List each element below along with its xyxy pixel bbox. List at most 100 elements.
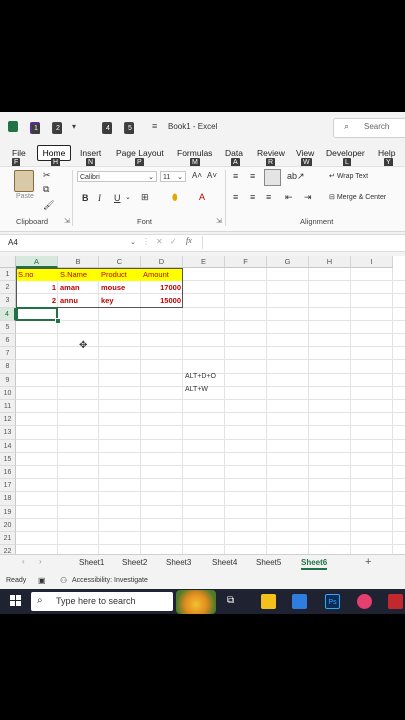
row-header-6[interactable]: 6 bbox=[0, 334, 16, 348]
column-header-d[interactable]: D bbox=[141, 256, 183, 268]
sheet-tab-1[interactable]: Sheet1 bbox=[79, 558, 104, 567]
decrease-indent-icon[interactable]: ⇤ bbox=[285, 192, 293, 203]
cell-e9[interactable]: ALT+D+O bbox=[185, 373, 216, 380]
sheet-tab-5[interactable]: Sheet5 bbox=[256, 558, 281, 567]
row-header-18[interactable]: 18 bbox=[0, 492, 16, 506]
font-color-icon[interactable]: A bbox=[199, 192, 205, 202]
accessibility-status[interactable]: Accessibility: Investigate bbox=[72, 577, 148, 584]
cancel-icon[interactable]: ✕ bbox=[156, 237, 163, 246]
underline-icon[interactable]: U bbox=[114, 193, 121, 203]
sheet-tab-6[interactable]: Sheet6 bbox=[301, 558, 328, 570]
column-header-c[interactable]: C bbox=[99, 256, 141, 268]
chevron-down-icon[interactable]: ⌄ bbox=[125, 193, 131, 201]
scroll-right-icon[interactable]: › bbox=[39, 557, 42, 566]
tab-file[interactable]: File bbox=[12, 148, 26, 158]
row-header-16[interactable]: 16 bbox=[0, 466, 16, 480]
align-middle-icon[interactable]: ≡ bbox=[250, 171, 255, 181]
row-header-1[interactable]: 1 bbox=[0, 268, 16, 282]
worksheet-grid[interactable]: ABCDEFGHI 1 2 3 4 5 6 7 8 9 10 11 12 13 14 15 16 17 18 19 2… bbox=[0, 256, 405, 559]
font-name-combo[interactable]: Calibri ⌄ bbox=[77, 171, 157, 182]
row-header-21[interactable]: 21 bbox=[0, 532, 16, 546]
column-header-i[interactable]: I bbox=[351, 256, 393, 268]
undo-dropdown-icon[interactable]: ▾ bbox=[72, 122, 76, 131]
row-header-19[interactable]: 19 bbox=[0, 505, 16, 519]
row-header-17[interactable]: 17 bbox=[0, 479, 16, 493]
fill-handle[interactable] bbox=[55, 318, 61, 324]
row-header-12[interactable]: 12 bbox=[0, 413, 16, 427]
column-header-b[interactable]: B bbox=[58, 256, 99, 268]
cell-c3[interactable]: key bbox=[99, 294, 141, 307]
cell-b1[interactable]: S.Name bbox=[58, 268, 99, 281]
mail-icon[interactable] bbox=[292, 594, 307, 609]
row-header-10[interactable]: 10 bbox=[0, 386, 16, 400]
bold-icon[interactable]: B bbox=[82, 193, 89, 203]
row-header-11[interactable]: 11 bbox=[0, 400, 16, 414]
orientation-icon[interactable]: ab↗ bbox=[287, 171, 305, 182]
wrap-text-button[interactable]: ↵ Wrap Text bbox=[329, 172, 368, 180]
active-cell[interactable] bbox=[16, 307, 58, 321]
row-header-14[interactable]: 14 bbox=[0, 439, 16, 453]
tab-developer[interactable]: Developer bbox=[326, 148, 365, 158]
row-header-15[interactable]: 15 bbox=[0, 452, 16, 466]
name-box[interactable]: A4 ⌄ bbox=[8, 238, 136, 247]
sheet-tab-4[interactable]: Sheet4 bbox=[212, 558, 237, 567]
cell-d3[interactable]: 15000 bbox=[141, 294, 183, 307]
cell-a2[interactable]: 1 bbox=[16, 281, 58, 294]
file-explorer-icon[interactable] bbox=[261, 594, 276, 609]
align-right-icon[interactable]: ≡ bbox=[266, 192, 271, 202]
align-bottom-icon[interactable] bbox=[264, 169, 281, 186]
add-sheet-button[interactable]: + bbox=[365, 556, 371, 568]
cell-c1[interactable]: Product bbox=[99, 268, 141, 281]
tab-review[interactable]: Review bbox=[257, 148, 285, 158]
row-header-8[interactable]: 8 bbox=[0, 360, 16, 374]
clipboard-launcher-icon[interactable]: ⇲ bbox=[64, 217, 70, 225]
taskbar-search[interactable]: ⌕ Type here to search bbox=[31, 592, 173, 611]
row-header-3[interactable]: 3 bbox=[0, 294, 16, 308]
increase-font-icon[interactable]: A˄ bbox=[192, 171, 202, 180]
decrease-font-icon[interactable]: A˅ bbox=[207, 171, 217, 180]
column-header-h[interactable]: H bbox=[309, 256, 351, 268]
task-view-icon[interactable]: ⧉ bbox=[227, 595, 234, 606]
row-header-4[interactable]: 4 bbox=[0, 307, 16, 321]
align-top-icon[interactable]: ≡ bbox=[233, 171, 238, 181]
italic-icon[interactable]: I bbox=[98, 193, 101, 203]
cell-b2[interactable]: aman bbox=[58, 281, 99, 294]
row-header-7[interactable]: 7 bbox=[0, 347, 16, 361]
column-header-e[interactable]: E bbox=[183, 256, 225, 268]
cell-a1[interactable]: S.no bbox=[16, 268, 58, 281]
tab-help[interactable]: Help bbox=[378, 148, 395, 158]
tab-formulas[interactable]: Formulas bbox=[177, 148, 212, 158]
cell-e10[interactable]: ALT+W bbox=[185, 386, 208, 393]
row-header-13[interactable]: 13 bbox=[0, 426, 16, 440]
tab-data[interactable]: Data bbox=[225, 148, 243, 158]
sheet-tab-3[interactable]: Sheet3 bbox=[166, 558, 191, 567]
row-header-9[interactable]: 9 bbox=[0, 373, 16, 387]
fill-color-icon[interactable]: ⬮ bbox=[172, 192, 178, 203]
paste-icon[interactable] bbox=[14, 170, 34, 192]
browser-icon[interactable] bbox=[357, 594, 372, 609]
align-left-icon[interactable]: ≡ bbox=[233, 192, 238, 202]
column-header-g[interactable]: G bbox=[267, 256, 309, 268]
cell-c2[interactable]: mouse bbox=[99, 281, 141, 294]
select-all-button[interactable] bbox=[0, 256, 16, 268]
tab-page-layout[interactable]: Page Layout bbox=[116, 148, 164, 158]
cell-d2[interactable]: 17000 bbox=[141, 281, 183, 294]
scroll-left-icon[interactable]: ‹ bbox=[22, 557, 25, 566]
increase-indent-icon[interactable]: ⇥ bbox=[304, 192, 312, 203]
cell-d1[interactable]: Amount bbox=[141, 268, 183, 281]
cut-icon[interactable]: ✂ bbox=[43, 170, 51, 181]
column-header-f[interactable]: F bbox=[225, 256, 267, 268]
flowers-widget-icon[interactable] bbox=[176, 590, 216, 614]
format-painter-icon[interactable]: 🖌 bbox=[43, 200, 54, 211]
merge-center-button[interactable]: ⊟ Merge & Center bbox=[329, 193, 386, 201]
tab-view[interactable]: View bbox=[296, 148, 314, 158]
row-header-5[interactable]: 5 bbox=[0, 320, 16, 334]
macro-record-icon[interactable]: ▣ bbox=[38, 576, 46, 585]
row-header-2[interactable]: 2 bbox=[0, 281, 16, 295]
enter-icon[interactable]: ✓ bbox=[170, 237, 177, 246]
borders-icon[interactable]: ⊞ bbox=[141, 192, 149, 203]
tab-insert[interactable]: Insert bbox=[80, 148, 101, 158]
insert-function-button[interactable]: fx bbox=[186, 236, 192, 245]
copy-icon[interactable]: ⧉ bbox=[43, 184, 49, 195]
photoshop-icon[interactable]: Ps bbox=[325, 594, 340, 609]
